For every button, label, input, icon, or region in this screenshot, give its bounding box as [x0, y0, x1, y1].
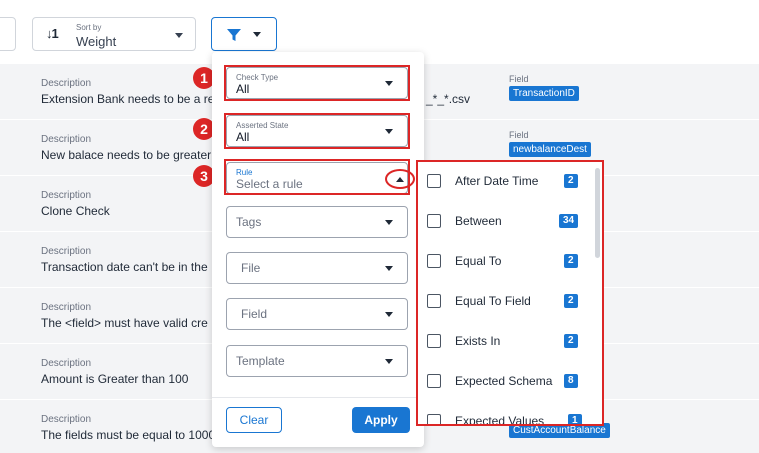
- checkbox[interactable]: [427, 334, 441, 348]
- chevron-down-icon: [175, 33, 183, 38]
- file-placeholder: File: [241, 261, 261, 275]
- description-text: Extension Bank needs to be a rep: [41, 92, 222, 106]
- file-select[interactable]: File: [226, 252, 408, 284]
- rule-option-label: After Date Time: [455, 174, 539, 188]
- chevron-down-icon: [253, 32, 261, 37]
- field-placeholder: Field: [241, 307, 268, 321]
- description-text: Clone Check: [41, 204, 110, 218]
- checkbox[interactable]: [427, 294, 441, 308]
- apply-button[interactable]: Apply: [352, 407, 410, 433]
- template-placeholder: Template: [236, 354, 285, 368]
- rule-count-badge: 1: [568, 414, 582, 424]
- rule-option[interactable]: Between 34: [418, 202, 598, 242]
- rule-count-badge: 2: [564, 334, 578, 348]
- rule-option-label: Between: [455, 214, 502, 228]
- funnel-icon: [227, 29, 241, 41]
- description-text: The fields must be equal to 1000: [41, 428, 216, 442]
- filter-button[interactable]: [211, 17, 277, 51]
- description-label: Description: [41, 302, 92, 313]
- sort-value: Weight: [76, 34, 117, 49]
- description-text: Amount is Greater than 100: [41, 372, 189, 386]
- description-text: The <field> must have valid cre: [41, 316, 208, 330]
- description-text: New balace needs to be greater: [41, 148, 212, 162]
- rule-option[interactable]: Expected Schema 8: [418, 362, 598, 402]
- rule-option-label: Expected Schema: [455, 374, 553, 388]
- tags-select[interactable]: Tags: [226, 206, 408, 238]
- rule-option-label: Equal To Field: [455, 294, 531, 308]
- rule-count-badge: 2: [564, 254, 578, 268]
- checkbox[interactable]: [427, 414, 441, 424]
- rule-count-badge: 8: [564, 374, 578, 388]
- template-select[interactable]: Template: [226, 345, 408, 377]
- scrollbar[interactable]: [595, 168, 600, 258]
- sort-select[interactable]: ↓1 Sort by Weight: [32, 17, 196, 51]
- file-pattern-text: _*_*.csv: [426, 92, 471, 106]
- checkbox[interactable]: [427, 214, 441, 228]
- highlight-box-rule: [224, 159, 410, 195]
- rule-option-label: Expected Values: [455, 414, 545, 426]
- description-label: Description: [41, 134, 92, 145]
- rule-option-label: Equal To: [455, 254, 502, 268]
- rule-count-badge: 34: [559, 214, 579, 228]
- rule-option[interactable]: After Date Time 2: [418, 162, 598, 202]
- description-text: Transaction date can't be in the: [41, 260, 208, 274]
- chevron-down-icon: [385, 266, 393, 271]
- description-label: Description: [41, 358, 92, 369]
- description-label: Description: [41, 78, 92, 89]
- panel-divider: [212, 397, 424, 398]
- rule-option-label: Exists In: [455, 334, 501, 348]
- chevron-down-icon: [385, 220, 393, 225]
- rule-option[interactable]: Expected Values 1: [418, 402, 598, 426]
- field-chip[interactable]: TransactionID: [509, 86, 579, 101]
- rule-count-badge: 2: [564, 174, 578, 188]
- rule-option[interactable]: Equal To 2: [418, 242, 598, 282]
- field-label: Field: [509, 130, 529, 140]
- rule-options-menu: After Date Time 2 Between 34 Equal To 2 …: [416, 160, 604, 426]
- chevron-down-icon: [385, 312, 393, 317]
- rule-option[interactable]: Exists In 2: [418, 322, 598, 362]
- highlight-box-check-type: [224, 65, 410, 101]
- chevron-down-icon: [385, 359, 393, 364]
- highlight-box-asserted-state: [224, 113, 410, 149]
- rule-option[interactable]: Equal To Field 2: [418, 282, 598, 322]
- description-label: Description: [41, 190, 92, 201]
- description-label: Description: [41, 414, 92, 425]
- tags-placeholder: Tags: [236, 215, 262, 229]
- checkbox[interactable]: [427, 174, 441, 188]
- field-label: Field: [509, 74, 529, 84]
- toolbar-left-control[interactable]: [0, 17, 16, 51]
- sort-label: Sort by: [76, 23, 102, 32]
- filter-panel: Check Type All Asserted State All Rule S…: [212, 52, 424, 447]
- sort-number-icon: ↓1: [46, 26, 59, 41]
- clear-button[interactable]: Clear: [226, 407, 282, 433]
- field-chip[interactable]: newbalanceDest: [509, 142, 591, 157]
- checkbox[interactable]: [427, 254, 441, 268]
- description-label: Description: [41, 246, 92, 257]
- rule-count-badge: 2: [564, 294, 578, 308]
- field-select[interactable]: Field: [226, 298, 408, 330]
- checkbox[interactable]: [427, 374, 441, 388]
